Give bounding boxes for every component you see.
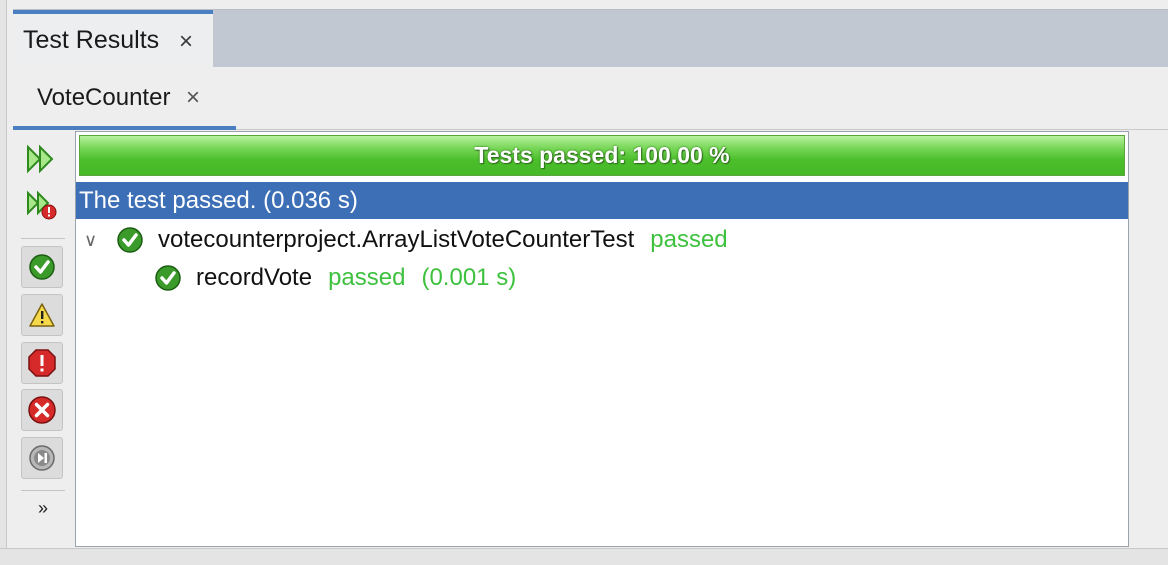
suite-result: passed	[650, 226, 728, 253]
suite-name: votecounterproject.ArrayListVoteCounterT…	[158, 226, 635, 253]
test-result: passed	[328, 264, 406, 291]
tab-votecounter[interactable]: VoteCounter ×	[13, 67, 236, 130]
check-circle-icon	[155, 265, 181, 291]
tree-row-test[interactable]: recordVote passed (0.001 s)	[154, 260, 516, 296]
bottom-edge-strip	[0, 548, 1168, 565]
check-circle-icon	[29, 254, 55, 280]
rerun-all-icon	[27, 144, 54, 174]
toolbar-overflow-button[interactable]: »	[21, 498, 65, 528]
sub-tab-bar: VoteCounter ×	[13, 67, 1168, 130]
subtab-close-icon[interactable]: ×	[186, 84, 200, 112]
tab-test-results[interactable]: Test Results ×	[13, 10, 213, 68]
filter-warnings-button[interactable]	[21, 294, 63, 336]
tab-votecounter-label: VoteCounter	[37, 84, 171, 111]
toolbar-separator	[21, 490, 65, 491]
error-x-icon	[28, 396, 56, 424]
filter-failures-button[interactable]	[21, 342, 63, 384]
skipped-icon	[29, 445, 55, 471]
left-edge-strip	[0, 0, 7, 564]
warning-icon	[29, 303, 55, 327]
tree-row-suite[interactable]: ∨ votecounterproject.ArrayListVoteCounte…	[84, 222, 728, 258]
filter-passed-button[interactable]	[21, 246, 63, 288]
test-toolbar: »	[13, 130, 71, 548]
toolbar-separator	[21, 238, 65, 239]
test-duration: (0.001 s)	[421, 264, 517, 291]
tab-close-icon[interactable]: ×	[179, 28, 193, 56]
chevron-down-icon[interactable]: ∨	[84, 230, 106, 251]
window-tab-bar: Test Results ×	[13, 9, 1168, 68]
filter-skipped-button[interactable]	[21, 437, 63, 479]
progress-bar: Tests passed: 100.00 %	[79, 135, 1125, 176]
check-circle-icon	[117, 227, 143, 253]
test-results-panel: Tests passed: 100.00 % The test passed. …	[75, 131, 1129, 547]
status-message[interactable]: The test passed. (0.036 s)	[76, 182, 1128, 219]
rerun-failed-icon	[27, 190, 57, 220]
filter-errors-button[interactable]	[21, 389, 63, 431]
rerun-failed-button[interactable]	[21, 185, 63, 227]
rerun-all-button[interactable]	[21, 138, 63, 180]
failure-alert-icon	[28, 349, 56, 377]
test-name: recordVote	[196, 264, 313, 291]
tab-test-results-label: Test Results	[23, 26, 160, 54]
progress-label: Tests passed: 100.00 %	[474, 142, 730, 168]
